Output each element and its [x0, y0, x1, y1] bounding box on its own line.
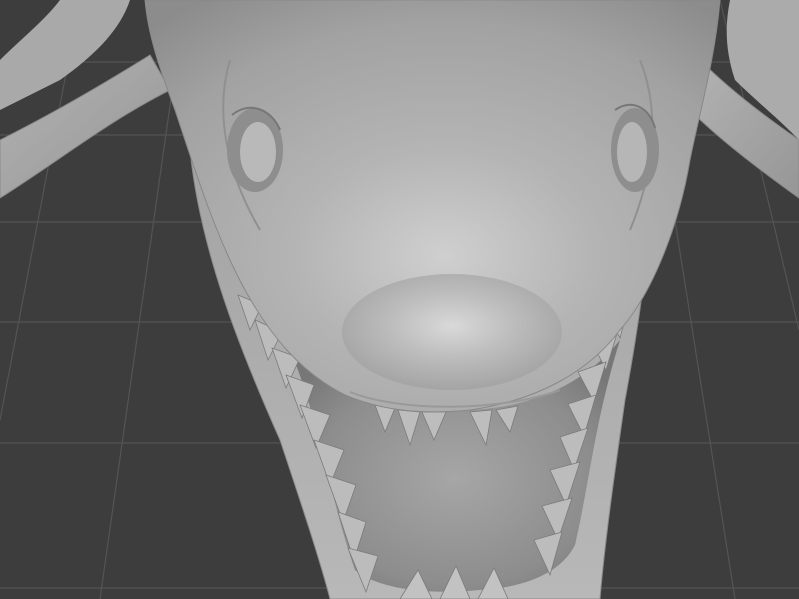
snout-highlight [342, 274, 562, 390]
left-eye [227, 106, 283, 192]
viewport-canvas[interactable] [0, 0, 799, 599]
3d-viewport[interactable] [0, 0, 799, 599]
